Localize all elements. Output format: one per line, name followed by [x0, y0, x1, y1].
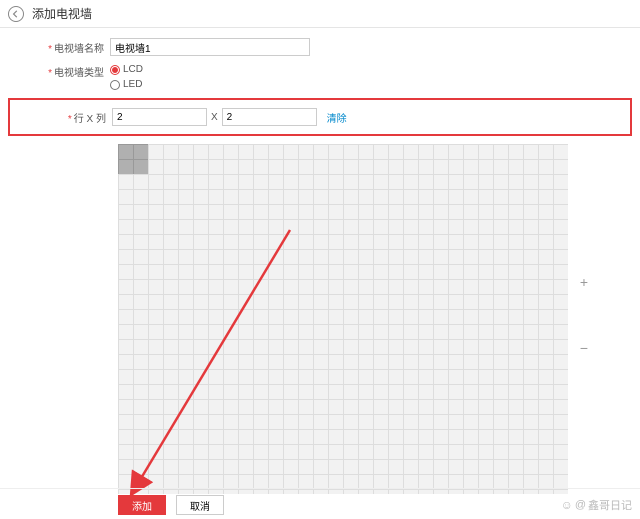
grid-selected-block[interactable] — [118, 144, 148, 174]
name-label: 电视墙名称 — [40, 40, 110, 55]
grid-size-row: 行 X 列 X 清除 — [8, 98, 632, 136]
add-button[interactable]: 添加 — [118, 495, 166, 515]
radio-led[interactable]: LED — [110, 79, 143, 90]
cols-input[interactable] — [222, 108, 317, 126]
radio-lcd-input[interactable] — [110, 65, 120, 75]
radio-led-label: LED — [123, 79, 142, 90]
name-input[interactable] — [110, 38, 310, 56]
zoom-out-icon[interactable]: − — [580, 340, 588, 356]
page-title: 添加电视墙 — [32, 5, 92, 22]
back-icon[interactable] — [8, 6, 24, 22]
x-separator: X — [211, 112, 218, 123]
radio-lcd[interactable]: LCD — [110, 64, 143, 75]
clear-link[interactable]: 清除 — [327, 110, 347, 125]
grid-label: 行 X 列 — [10, 110, 112, 125]
radio-led-input[interactable] — [110, 80, 120, 90]
rows-input[interactable] — [112, 108, 207, 126]
watermark-text: 鑫哥日记 — [588, 497, 632, 513]
zoom-in-icon[interactable]: + — [580, 274, 588, 290]
watermark: ☺ @鑫哥日记 — [561, 497, 632, 513]
type-label: 电视墙类型 — [40, 64, 110, 79]
cancel-button[interactable]: 取消 — [176, 495, 224, 515]
radio-lcd-label: LCD — [123, 64, 143, 75]
grid-canvas[interactable]: + − — [118, 144, 568, 494]
watermark-icon: ☺ — [561, 498, 573, 512]
